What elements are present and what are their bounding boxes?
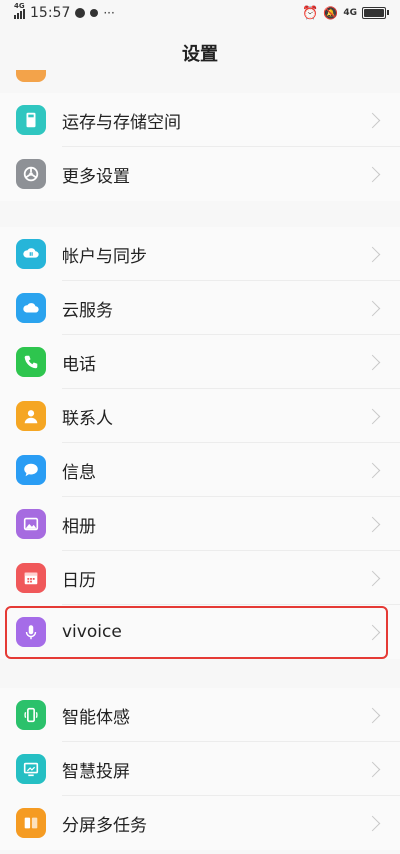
settings-row-label: vivoice	[62, 622, 122, 642]
settings-row-label: 联系人	[62, 408, 113, 429]
settings-group-features: 智能体感智慧投屏分屏多任务	[0, 688, 400, 850]
album-icon	[16, 509, 46, 539]
settings-row-microphone[interactable]: vivoice	[0, 605, 400, 659]
chevron-right-icon	[364, 246, 381, 262]
chevron-right-icon	[364, 112, 381, 128]
storage-icon	[16, 105, 46, 135]
chevron-right-icon	[364, 354, 381, 370]
calendar-icon	[16, 563, 46, 593]
contacts-icon	[16, 401, 46, 431]
status-bar: 4G 15:57 ··· ⏰ 🔕 4G	[0, 0, 400, 26]
screencast-icon	[16, 754, 46, 784]
settings-row-motion[interactable]: 智能体感	[0, 688, 400, 742]
settings-row-label: 运存与存储空间	[62, 112, 181, 133]
chevron-right-icon	[364, 166, 381, 182]
settings-group-storage: 运存与存储空间 更多设置	[0, 93, 400, 201]
chevron-right-icon	[364, 300, 381, 316]
battery-icon	[362, 7, 389, 19]
chevron-right-icon	[364, 761, 381, 777]
settings-row-label: 帐户与同步	[62, 246, 147, 267]
settings-row-label: 智能体感	[62, 707, 130, 728]
chevron-right-icon	[364, 462, 381, 478]
notification-icon	[90, 9, 99, 17]
microphone-icon	[16, 617, 46, 647]
chevron-right-icon	[364, 408, 381, 424]
settings-group-accounts-apps: 帐户与同步云服务电话联系人信息相册日历 vivoice	[0, 227, 400, 659]
chevron-right-icon	[364, 570, 381, 586]
account-sync-icon	[16, 239, 46, 269]
network-type: 4G	[343, 8, 357, 18]
settings-row-label: 云服务	[62, 300, 113, 321]
settings-row-label: 信息	[62, 462, 96, 483]
mute-icon: 🔕	[323, 6, 339, 20]
chat-notification-icon	[75, 8, 86, 18]
chevron-right-icon	[364, 624, 381, 640]
cloud-icon	[16, 293, 46, 323]
motion-icon	[16, 700, 46, 730]
settings-row-contacts[interactable]: 联系人	[0, 389, 400, 443]
settings-row-split-screen[interactable]: 分屏多任务	[0, 796, 400, 850]
page-title: 设置	[182, 44, 218, 65]
settings-row-calendar[interactable]: 日历	[0, 551, 400, 605]
settings-row-label: 日历	[62, 570, 96, 591]
settings-row-label: 电话	[62, 354, 96, 375]
settings-row-label: 分屏多任务	[62, 815, 147, 836]
settings-row-album[interactable]: 相册	[0, 497, 400, 551]
message-icon	[16, 455, 46, 485]
settings-row-message[interactable]: 信息	[0, 443, 400, 497]
more-notifications-icon: ···	[103, 6, 115, 20]
settings-row-storage[interactable]: 运存与存储空间	[0, 93, 400, 147]
alarm-icon: ⏰	[302, 5, 319, 21]
settings-row-label: 相册	[62, 516, 96, 537]
settings-row-label: 更多设置	[62, 166, 130, 187]
signal-icon: 4G	[14, 2, 25, 19]
settings-row-cloud[interactable]: 云服务	[0, 281, 400, 335]
chevron-right-icon	[364, 516, 381, 532]
more-settings-icon	[16, 159, 46, 189]
chevron-right-icon	[364, 815, 381, 831]
settings-row-phone[interactable]: 电话	[0, 335, 400, 389]
split-screen-icon	[16, 808, 46, 838]
settings-row-label: 智慧投屏	[62, 761, 130, 782]
phone-icon	[16, 347, 46, 377]
settings-row-screencast[interactable]: 智慧投屏	[0, 742, 400, 796]
settings-row-account-sync[interactable]: 帐户与同步	[0, 227, 400, 281]
partial-icon	[16, 70, 46, 82]
settings-row-more-settings[interactable]: 更多设置	[0, 147, 400, 201]
chevron-right-icon	[364, 707, 381, 723]
clock: 15:57	[30, 5, 71, 21]
